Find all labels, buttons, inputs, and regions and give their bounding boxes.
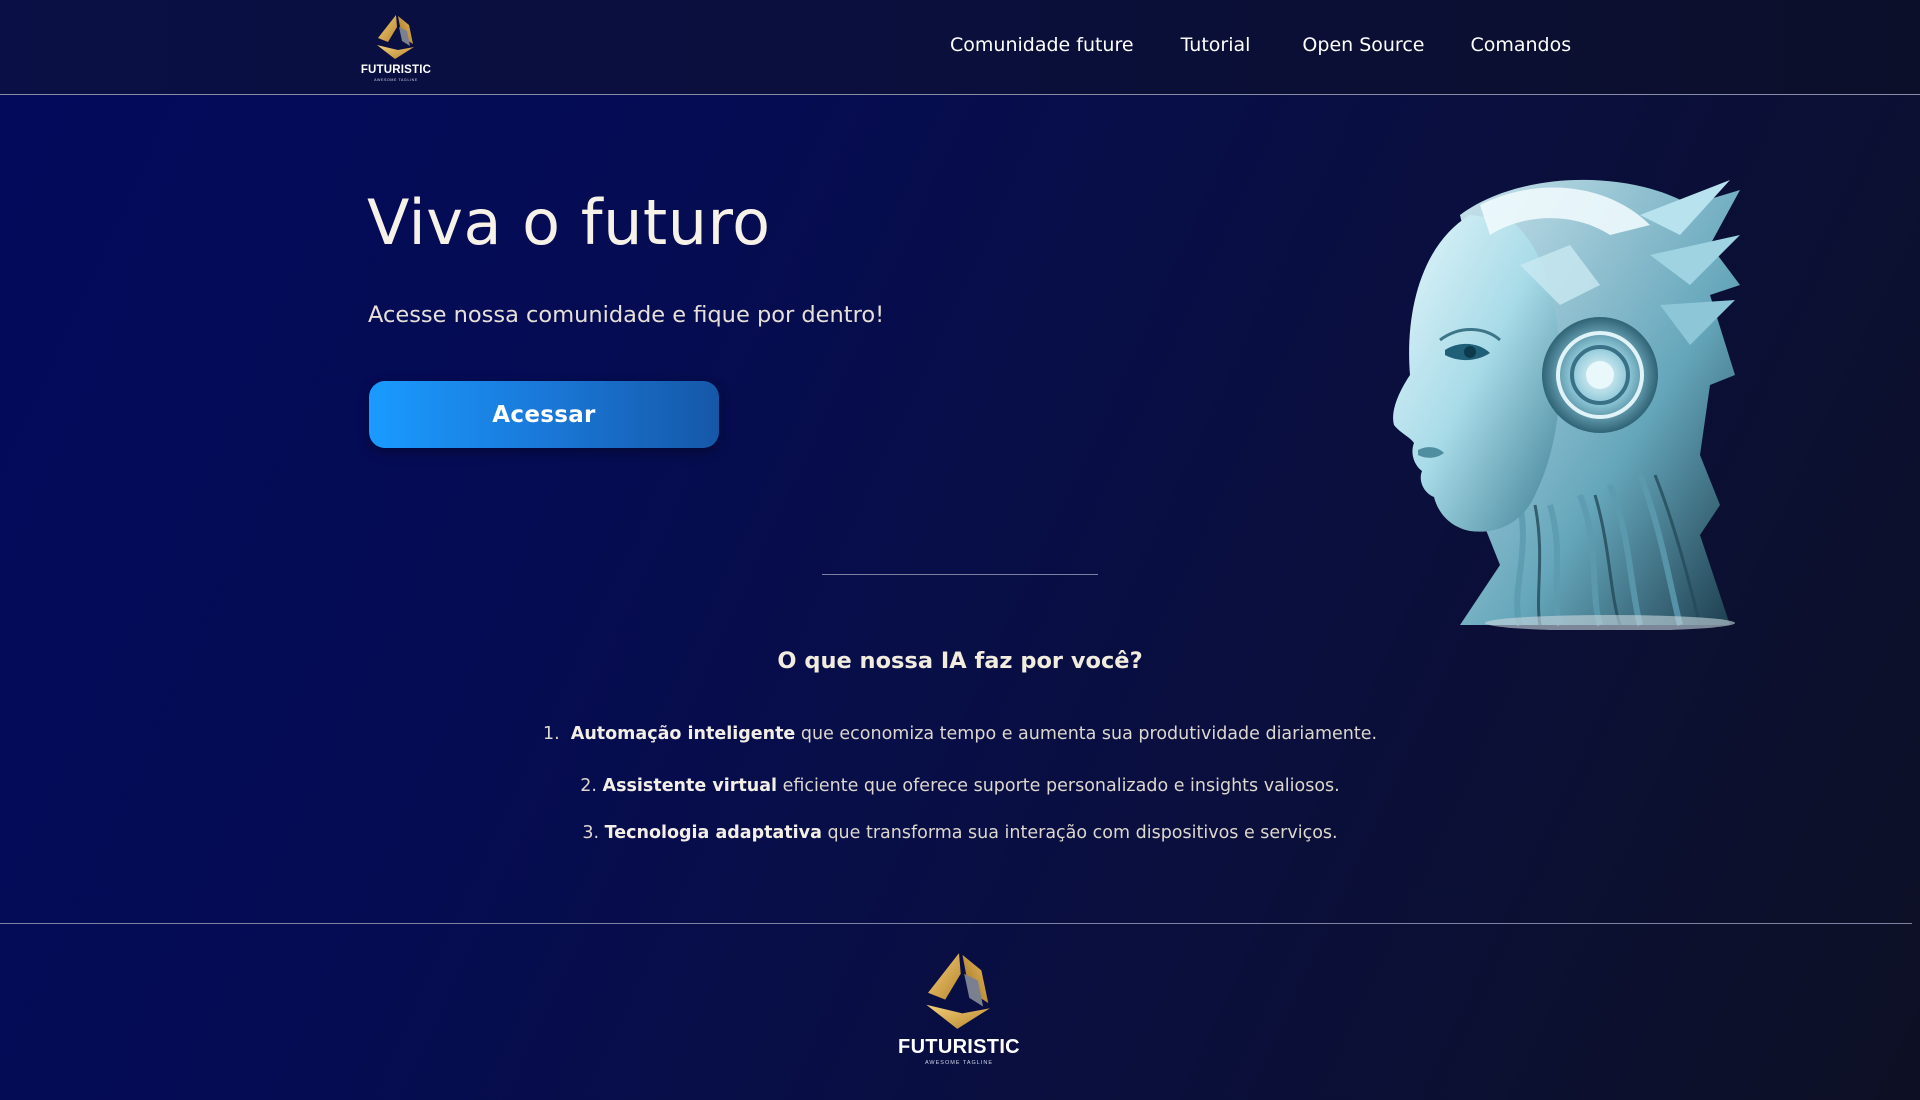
logo-wordmark: FUTURISTIC [898, 1036, 1020, 1058]
header-logo[interactable]: FUTURISTIC AWESOME TAGLINE [358, 12, 434, 84]
logo-tagline: AWESOME TAGLINE [924, 1060, 994, 1066]
section-divider [822, 574, 1098, 575]
feature-text: que economiza tempo e aumenta sua produt… [795, 724, 1378, 744]
nav-link-tutorial[interactable]: Tutorial [1181, 34, 1251, 56]
cube-logo-icon [377, 15, 414, 59]
feature-text: eficiente que oferece suporte personaliz… [777, 776, 1340, 796]
nav-link-comandos[interactable]: Comandos [1470, 34, 1571, 56]
nav-link-open-source[interactable]: Open Source [1302, 34, 1424, 56]
footer-logo[interactable]: FUTURISTIC AWESOME TAGLINE [896, 948, 1022, 1074]
logo-wordmark: FUTURISTIC [360, 64, 432, 76]
feature-text: que transforma sua interação com disposi… [821, 823, 1338, 843]
cube-logo-icon [926, 953, 990, 1029]
site-header: FUTURISTIC AWESOME TAGLINE Comunidade fu… [0, 0, 1920, 95]
site-footer: FUTURISTIC AWESOME TAGLINE [0, 924, 1920, 1100]
feature-highlight: Assistente virtual [602, 776, 778, 796]
feature-item: 1. Automação inteligente que economiza t… [0, 724, 1920, 744]
hero-subtitle: Acesse nossa comunidade e fique por dent… [368, 302, 885, 328]
feature-highlight: Tecnologia adaptativa [604, 823, 822, 843]
feature-item: 3. Tecnologia adaptativa que transforma … [0, 823, 1920, 843]
feature-number: 3. [582, 823, 600, 843]
hero-title: Viva o futuro [367, 186, 771, 259]
feature-highlight: Automação inteligente [570, 724, 796, 744]
feature-item: 2. Assistente virtual eficiente que ofer… [0, 776, 1920, 796]
feature-number: 2. [580, 776, 597, 796]
nav-link-comunidade[interactable]: Comunidade future [950, 34, 1134, 56]
features-title: O que nossa IA faz por você? [777, 648, 1143, 674]
feature-number: 1. [542, 724, 560, 744]
robot-head-illustration [1393, 179, 1740, 630]
logo-tagline: AWESOME TAGLINE [374, 78, 418, 82]
main-nav: Comunidade future Tutorial Open Source C… [950, 34, 1571, 56]
access-button[interactable]: Acessar [369, 381, 719, 448]
